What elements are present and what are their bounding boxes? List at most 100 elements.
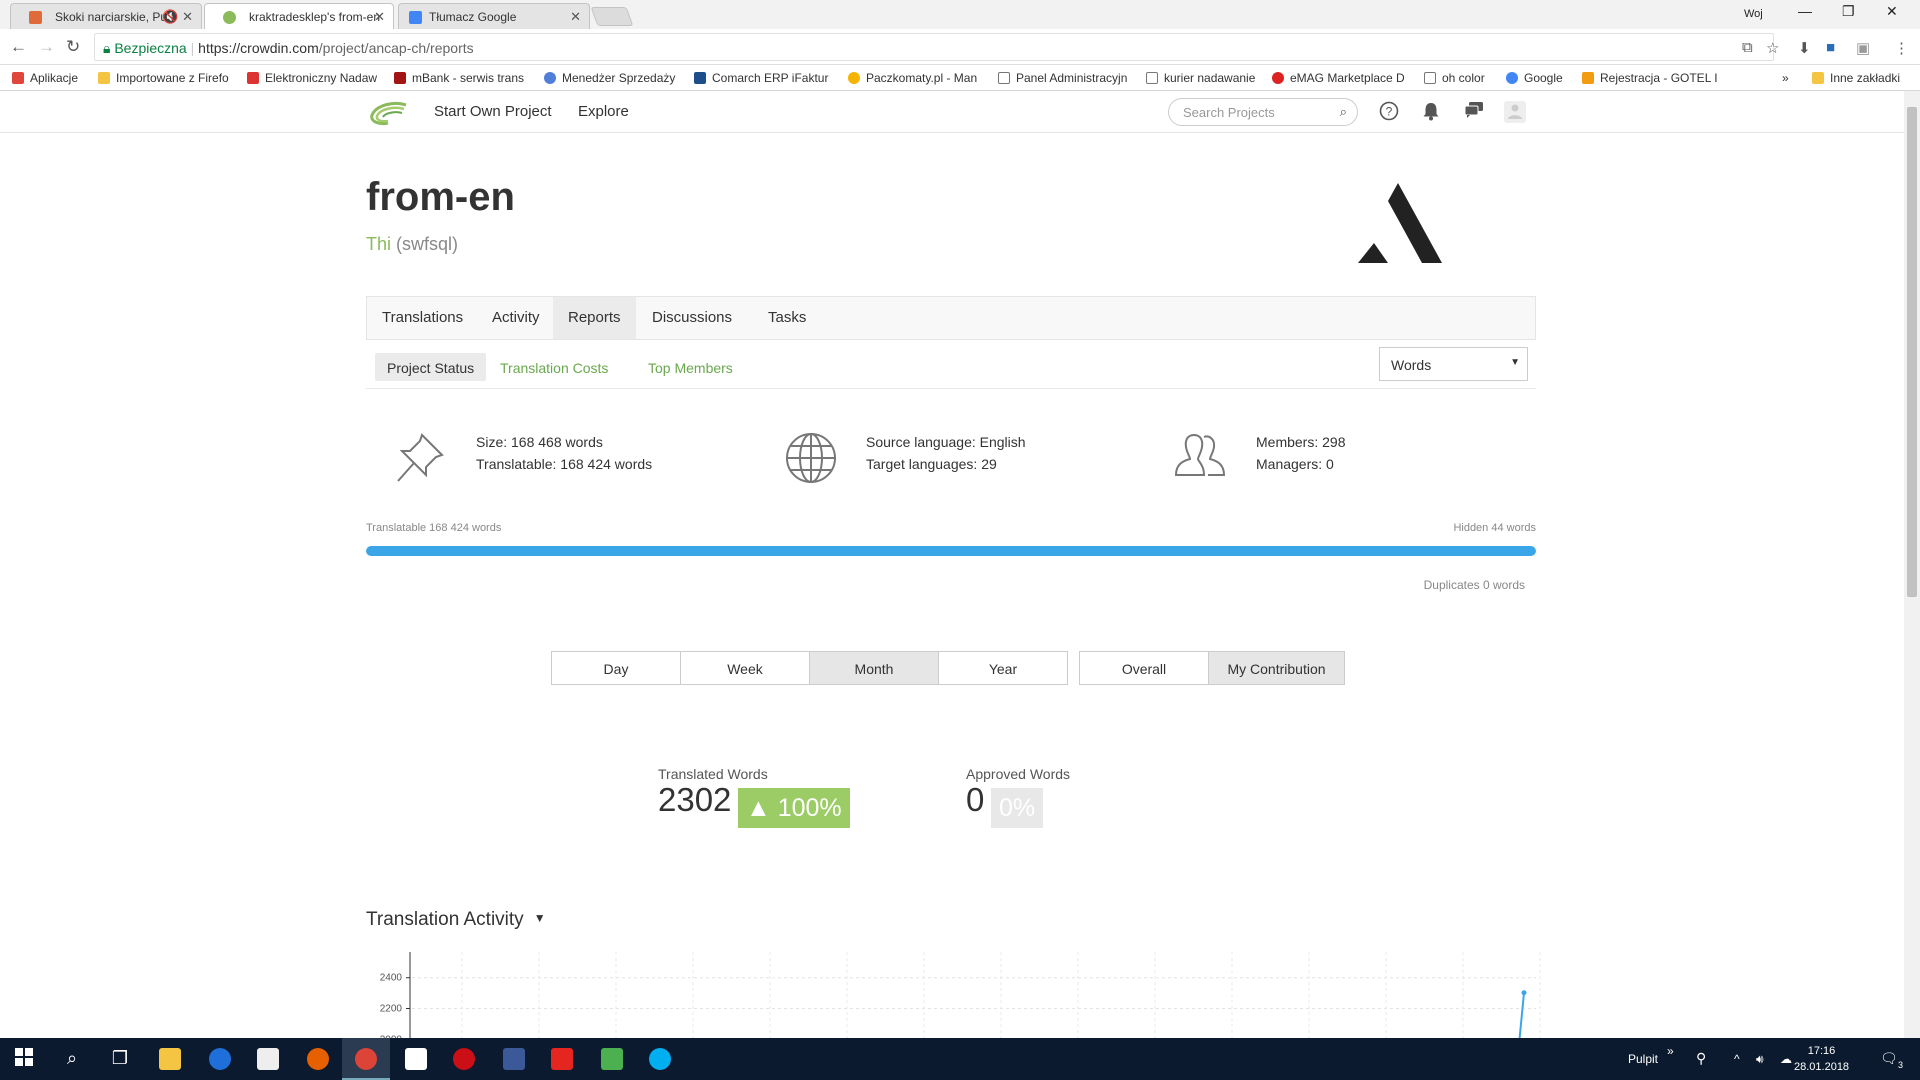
language-stats: Source language: English Target language… [866,431,1026,475]
site-icon [544,72,556,84]
browser-tab-google-translate[interactable]: Tłumacz Google ✕ [398,3,590,29]
minimize-icon[interactable]: — [1798,3,1812,19]
mail-icon[interactable] [392,1038,440,1080]
chrome-icon[interactable] [342,1038,390,1080]
tray-up-icon[interactable]: ^ [1734,1038,1740,1080]
bookmark-item[interactable]: oh color [1424,71,1485,85]
windows-taskbar: ⌕ ❐ Pulpit » ⚲ ^ 🔊︎ ☁ 17:16 28.01.2018 🗨… [0,1038,1920,1080]
file-explorer-icon[interactable] [146,1038,194,1080]
crowdin-logo-icon[interactable] [368,99,408,127]
facebook-icon[interactable] [490,1038,538,1080]
volume-icon[interactable]: 🔊︎ [1756,1038,1764,1080]
tab-discussions[interactable]: Discussions [637,297,747,339]
app-icon[interactable] [588,1038,636,1080]
scrollbar-thumb[interactable] [1907,107,1917,597]
menu-icon[interactable]: ⋮ [1894,39,1909,57]
search-projects-input[interactable]: Search Projects ⌕ [1168,98,1358,126]
windows-start-icon[interactable] [0,1038,48,1080]
forward-icon[interactable]: → [38,37,55,57]
bookmark-item[interactable]: kurier nadawanie [1146,71,1255,85]
close-tab-icon[interactable]: ✕ [570,9,581,25]
subtab-translation-costs[interactable]: Translation Costs [488,353,620,381]
notifications-bell-icon[interactable] [1420,101,1442,123]
period-week-button[interactable]: Week [680,651,810,685]
reload-icon[interactable]: ↻ [66,37,80,57]
period-month-button[interactable]: Month [809,651,939,685]
bookmark-other[interactable]: Inne zakładki [1812,71,1900,85]
messages-icon[interactable] [1463,101,1485,123]
bookmark-item[interactable]: Paczkomaty.pl - Man [848,71,977,85]
tab-activity[interactable]: Activity [477,297,555,339]
user-avatar-icon[interactable] [1504,101,1526,123]
bookmark-item[interactable]: Panel Administracyjn [998,71,1127,85]
extension-icon[interactable]: ■ [1826,39,1835,56]
browser-chrome: Skoki narciarskie, Puc 🔇 ✕ kraktradeskle… [0,0,1920,91]
tab-tasks[interactable]: Tasks [753,297,821,339]
bookmark-star-icon[interactable]: ☆ [1766,39,1779,57]
translatable-value: Translatable: 168 424 words [476,456,653,472]
chevron-icon[interactable]: » [1667,1038,1674,1080]
bookmark-item[interactable]: Rejestracja - GOTEL I [1582,71,1718,85]
store-icon[interactable] [244,1038,292,1080]
bookmark-item[interactable]: Google [1506,71,1563,85]
task-view-icon[interactable]: ❐ [96,1038,144,1080]
tab-translations[interactable]: Translations [367,297,478,339]
restore-icon[interactable]: ❐ [1842,3,1855,20]
scope-my-contribution-button[interactable]: My Contribution [1208,651,1345,685]
close-tab-icon[interactable]: 🔇 ✕ [162,9,193,25]
close-tab-icon[interactable]: ✕ [374,9,385,25]
system-clock[interactable]: 17:16 28.01.2018 [1794,1043,1849,1075]
site-icon [247,72,259,84]
action-center-icon[interactable]: 🗨︎ [1880,1038,1898,1080]
desktop-label[interactable]: Pulpit [1628,1038,1658,1080]
firefox-icon[interactable] [294,1038,342,1080]
yandex-icon[interactable] [538,1038,586,1080]
explore-link[interactable]: Explore [578,103,629,120]
chevron-down-icon[interactable]: ▼ [534,911,546,925]
bookmark-item[interactable]: Elektroniczny Nadaw [247,71,377,85]
clock-time: 17:16 [1807,1045,1836,1057]
project-owner[interactable]: Thi (swfsql) [366,234,458,255]
more-bookmarks-icon[interactable]: » [1782,71,1789,85]
subtab-project-status[interactable]: Project Status [375,353,487,381]
bookmark-item[interactable]: Importowane z Firefo [98,71,229,85]
url-path: /project/ancap-ch/reports [318,40,474,56]
tab-reports[interactable]: Reports [553,297,636,339]
address-bar[interactable]: 🔒︎ Bezpieczna | https://crowdin.com/proj… [94,33,1774,61]
browser-tab-skoki[interactable]: Skoki narciarskie, Puc 🔇 ✕ [10,3,202,29]
search-icon[interactable]: ⌕ [48,1038,96,1080]
opera-icon[interactable] [440,1038,488,1080]
page-scrollbar[interactable] [1904,91,1920,1038]
edge-icon[interactable] [196,1038,244,1080]
bookmark-apps[interactable]: Aplikacje [12,71,78,85]
period-year-button[interactable]: Year [938,651,1068,685]
period-day-button[interactable]: Day [551,651,681,685]
report-subtabs: Project Status Translation Costs Top Mem… [366,349,1536,389]
close-window-icon[interactable]: ✕ [1886,3,1898,20]
help-icon[interactable]: ? [1378,101,1400,123]
download-icon[interactable]: ⬇ [1798,39,1811,57]
bookmark-item[interactable]: Menedżer Sprzedaży [544,71,675,85]
back-icon[interactable]: ← [10,37,27,57]
browser-tab-crowdin[interactable]: kraktradesklep's from-en ✕ [204,3,394,30]
translatable-bar-label: Translatable 168 424 words [366,522,502,534]
bookmark-item[interactable]: eMAG Marketplace D [1272,71,1405,85]
bookmark-item[interactable]: Comarch ERP iFaktur [694,71,828,85]
people-icon[interactable]: ⚲ [1696,1038,1706,1080]
translate-page-icon[interactable]: ⧉ [1742,39,1753,56]
scope-overall-button[interactable]: Overall [1079,651,1209,685]
unit-select[interactable]: Words ▼ [1379,347,1528,381]
search-icon[interactable]: ⌕ [1340,104,1347,120]
search-placeholder: Search Projects [1183,105,1275,120]
subtab-top-members[interactable]: Top Members [636,353,745,381]
start-own-project-link[interactable]: Start Own Project [434,103,552,120]
new-tab-button[interactable] [590,7,634,26]
translation-activity-heading[interactable]: Translation Activity ▼ [366,909,546,931]
skype-icon[interactable] [636,1038,684,1080]
bookmark-item[interactable]: mBank - serwis trans [394,71,524,85]
onedrive-icon[interactable]: ☁ [1780,1038,1792,1080]
tab-strip: Skoki narciarskie, Puc 🔇 ✕ kraktradeskle… [0,0,1920,30]
clock-date: 28.01.2018 [1794,1061,1850,1073]
profile-label[interactable]: Woj [1744,8,1763,20]
extension-abp-icon[interactable]: ▣ [1856,39,1870,57]
